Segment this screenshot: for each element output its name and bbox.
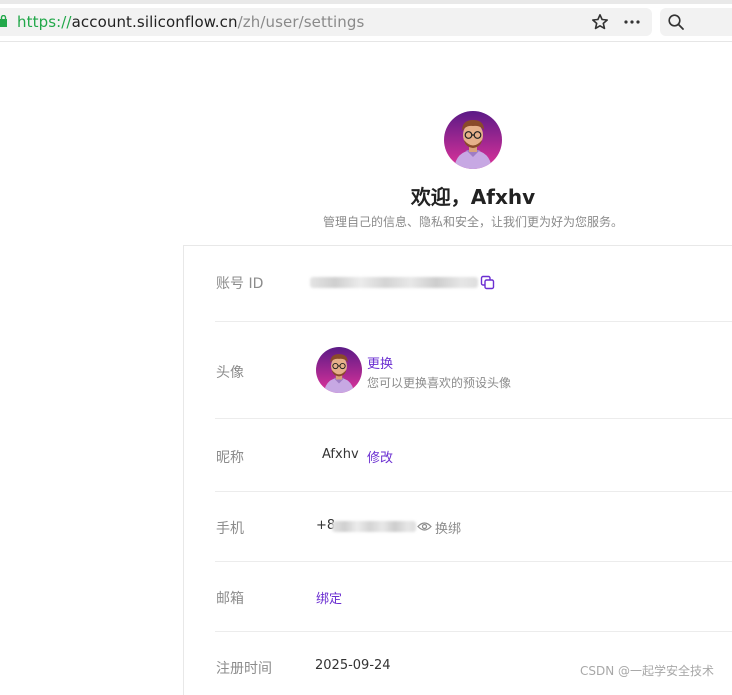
welcome-heading: 欢迎，Afxhv xyxy=(410,185,536,209)
account-id-label: 账号 ID xyxy=(216,276,264,292)
row-divider xyxy=(215,321,732,322)
lock-icon xyxy=(0,15,7,27)
nickname-label: 昵称 xyxy=(216,450,244,466)
nickname-value: Afxhv xyxy=(322,447,359,462)
row-divider xyxy=(215,418,732,419)
row-divider xyxy=(215,631,732,632)
current-avatar[interactable] xyxy=(316,347,362,393)
avatar-label: 头像 xyxy=(216,365,244,381)
change-avatar-link[interactable]: 更换 xyxy=(367,353,393,372)
more-icon[interactable] xyxy=(622,13,642,31)
phone-redacted xyxy=(332,521,416,532)
rebind-phone-link[interactable]: 换绑 xyxy=(435,518,461,537)
url-path: /zh/user/settings xyxy=(237,13,365,31)
copy-icon[interactable] xyxy=(480,275,495,290)
edit-nickname-link[interactable]: 修改 xyxy=(367,447,393,466)
browser-toolbar: https://account.siliconflow.cn/zh/user/s… xyxy=(0,0,732,42)
row-divider xyxy=(215,491,732,492)
url-host: account.siliconflow.cn xyxy=(71,13,238,31)
account-id-redacted xyxy=(310,277,478,288)
url-scheme: https:// xyxy=(17,13,72,31)
registered-date: 2025-09-24 xyxy=(315,658,391,673)
row-divider xyxy=(215,561,732,562)
welcome-subtitle: 管理自己的信息、隐私和安全，让我们更为好为您服务。 xyxy=(322,215,623,229)
star-icon[interactable] xyxy=(591,13,609,31)
bind-email-link[interactable]: 绑定 xyxy=(316,588,342,607)
phone-label: 手机 xyxy=(216,521,244,537)
url-text[interactable]: https://account.siliconflow.cn/zh/user/s… xyxy=(17,13,364,31)
eye-icon[interactable] xyxy=(417,520,432,533)
profile-avatar xyxy=(444,111,502,169)
email-label: 邮箱 xyxy=(216,591,244,607)
registered-label: 注册时间 xyxy=(216,661,272,677)
avatar-hint: 您可以更换喜欢的预设头像 xyxy=(367,376,512,390)
search-icon[interactable] xyxy=(667,13,685,31)
tab-strip xyxy=(0,0,732,4)
watermark: CSDN @一起学安全技术 xyxy=(580,664,715,678)
settings-card xyxy=(183,245,732,695)
